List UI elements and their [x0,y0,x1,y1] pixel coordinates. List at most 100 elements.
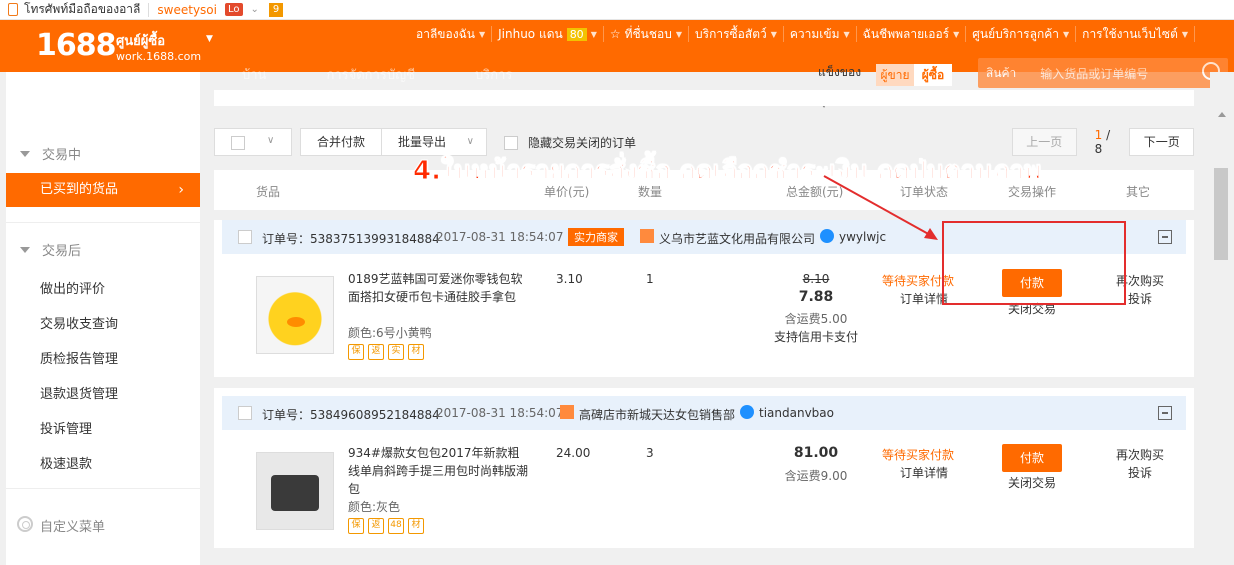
header-nav: อาลีของฉัน ▼ Jinhuo แดน 80 ▼ ☆ ที่ชื่นชอบ ▼ บ… [410,26,1196,42]
search-scope[interactable]: สินค้า [986,64,1016,83]
delivery-48h-icon: 48 [388,518,404,534]
guarantee-icon: 保 [348,344,364,360]
product-color: 颜色:灰色 [348,500,401,514]
chevron-down-icon: ▼ [953,29,960,39]
nav-site-usage[interactable]: การใช้งานเว็บไซต์ ▼ [1076,26,1196,42]
chevron-down-icon: ▼ [675,29,682,39]
complain-link[interactable]: 投诉 [1128,464,1152,481]
product-name[interactable]: 934#爆款女包包2017年新款粗线单肩斜跨手提三用包时尚韩版潮包 [348,444,528,498]
order-checkbox[interactable] [238,230,252,244]
nav-my-ali[interactable]: อาลีของฉัน ▼ [410,26,493,42]
subnav-home[interactable]: บ้าน [242,64,266,85]
return-icon: 返 [368,518,384,534]
order-date: 2017-08-31 18:54:07 [436,230,564,244]
service-icons: 保 返 48 材 [348,518,424,534]
quantity: 1 [646,272,654,286]
credit-card-support: 支持信用卡支付 [773,330,858,344]
order-detail-link[interactable]: 订单详情 [900,290,948,307]
search-box[interactable]: สินค้า 输入货品或订单编号 [978,58,1228,88]
nav-supplier[interactable]: ฉันชีพพลายเออร์ ▼ [857,26,967,42]
sidebar-item-purchased[interactable]: 已买到的货品 › [6,173,200,207]
shop-name[interactable]: 高碑店市新城天达女包销售部 [579,406,735,423]
order-checkbox[interactable] [238,406,252,420]
message-count-badge[interactable]: 9 [268,2,284,17]
sidebar-item-complaints[interactable]: 投诉管理 [40,418,92,437]
select-all-checkbox[interactable] [231,136,245,150]
main-top-panel [214,90,1194,106]
star-icon: ☆ [609,27,621,41]
order-status: 等待买家付款 [882,448,955,462]
subnav-service[interactable]: บริการ [475,64,512,85]
nav-favorites[interactable]: ☆ ที่ชื่นชอบ ▼ [604,26,689,42]
complain-link[interactable]: 投诉 [1128,290,1152,307]
product-thumbnail[interactable] [256,452,334,530]
subnav-account[interactable]: การจัดการบัญชี [326,64,415,85]
user-menu[interactable]: sweetysoi Lo ⌄ 9 [149,0,291,20]
chat-icon[interactable] [740,405,754,419]
mobile-ali-link[interactable]: โทรศัพท์มือถือของอาลี [0,0,148,20]
sidebar-group-label: 交易中 [42,148,82,163]
tab-buyer[interactable]: ผู้ซื้อ [914,64,952,86]
chevron-down-icon: ▼ [770,29,777,39]
shipping-fee: 含运费9.00 [784,469,848,483]
sidebar-item-inspection[interactable]: 质检报告管理 [40,348,118,367]
chevron-down-icon: ▼ [478,29,486,39]
merge-pay-button[interactable]: 合并付款 [300,128,382,156]
order-date: 2017-08-31 18:54:07 [436,406,564,420]
note-flag-icon[interactable] [1158,230,1172,244]
scroll-up-icon[interactable] [1218,112,1226,117]
seller-id[interactable]: tiandanvbao [759,406,834,420]
select-all-dropdown[interactable]: ∨ [214,128,292,156]
material-icon: 材 [408,344,424,360]
order-row: 订单号：53849608952184884 2017-08-31 18:54:0… [214,388,1194,548]
next-page-button[interactable]: 下一页 [1129,128,1195,156]
sidebar-item-reviews[interactable]: 做出的评价 [40,278,105,297]
buyer-center-title: ศูนย์ผู้ซื้อ [116,34,166,49]
hide-closed-toggle[interactable]: 隐藏交易关闭的订单 [504,134,636,151]
gear-icon [17,516,33,532]
site-logo[interactable]: 1688 [36,28,116,63]
pay-button[interactable]: 付款 [1002,444,1062,472]
tab-seller[interactable]: ผู้ขาย [876,64,914,86]
rebuy-link[interactable]: 再次购买 [1116,446,1164,463]
search-input[interactable]: 输入货品或订单编号 [1040,65,1148,82]
power-merchant-tag: 实力商家 [568,228,624,246]
scroll-thumb[interactable] [1214,168,1228,260]
site-domain: work.1688.com [116,50,202,63]
sidebar-item-refunds[interactable]: 退款退货管理 [40,383,118,402]
order-id: 订单号：53849608952184884 [262,408,440,422]
nav-customer-service[interactable]: ศูนย์บริการลูกค้า ▼ [966,26,1077,42]
custom-menu-link[interactable]: 自定义菜单 [40,516,105,535]
hide-closed-label: 隐藏交易关闭的订单 [528,136,637,150]
return-icon: 返 [368,344,384,360]
browser-bookmark-bar: โทรศัพท์มือถือของอาลี sweetysoi Lo ⌄ 9 [0,0,1234,20]
product-color: 颜色:6号小黄鸭 [348,326,432,340]
nav-buy-service[interactable]: บริการซื้อสัตว์ ▼ [689,26,784,42]
username: sweetysoi [157,2,217,17]
nav-strength[interactable]: ความเข้ม ▼ [784,26,857,42]
shop-name[interactable]: 义乌市艺蓝文化用品有限公司 [659,230,815,247]
sidebar-group-label: 交易后 [42,244,82,259]
annotation-arrow-icon [823,175,938,240]
sidebar-item-transactions[interactable]: 交易收支查询 [40,313,118,332]
nav-label: ความเข้ม [789,26,840,41]
sidebar-group-trading[interactable]: 交易中 [20,144,81,163]
page-scrollbar[interactable] [1210,72,1234,565]
product-thumbnail[interactable] [256,276,334,354]
chevron-down-icon[interactable]: ▼ [206,34,213,44]
order-id: 订单号：53837513993184884 [262,232,440,246]
sidebar-group-after-trade[interactable]: 交易后 [20,240,81,259]
nav-label: ศูนย์บริการลูกค้า [972,26,1060,41]
product-name[interactable]: 0189艺蓝韩国可爱迷你零钱包软面搭扣女硬币包卡通硅胶手拿包 [348,270,528,306]
sidebar-item-fast-refund[interactable]: 极速退款 [40,453,92,472]
order-detail-link[interactable]: 订单详情 [900,464,948,481]
nav-jinhuo[interactable]: Jinhuo แดน 80 ▼ [492,26,604,42]
close-trade-link[interactable]: 关闭交易 [1008,474,1056,491]
hide-closed-checkbox[interactable] [504,135,518,150]
guarantee-icon: 保 [348,518,364,534]
page-indicator: 1 / 8 [1095,128,1120,156]
shop-icon [560,405,574,419]
note-flag-icon[interactable] [1158,406,1172,420]
quantity: 3 [646,446,654,460]
nav-label: ที่ชื่นชอบ [624,26,672,41]
